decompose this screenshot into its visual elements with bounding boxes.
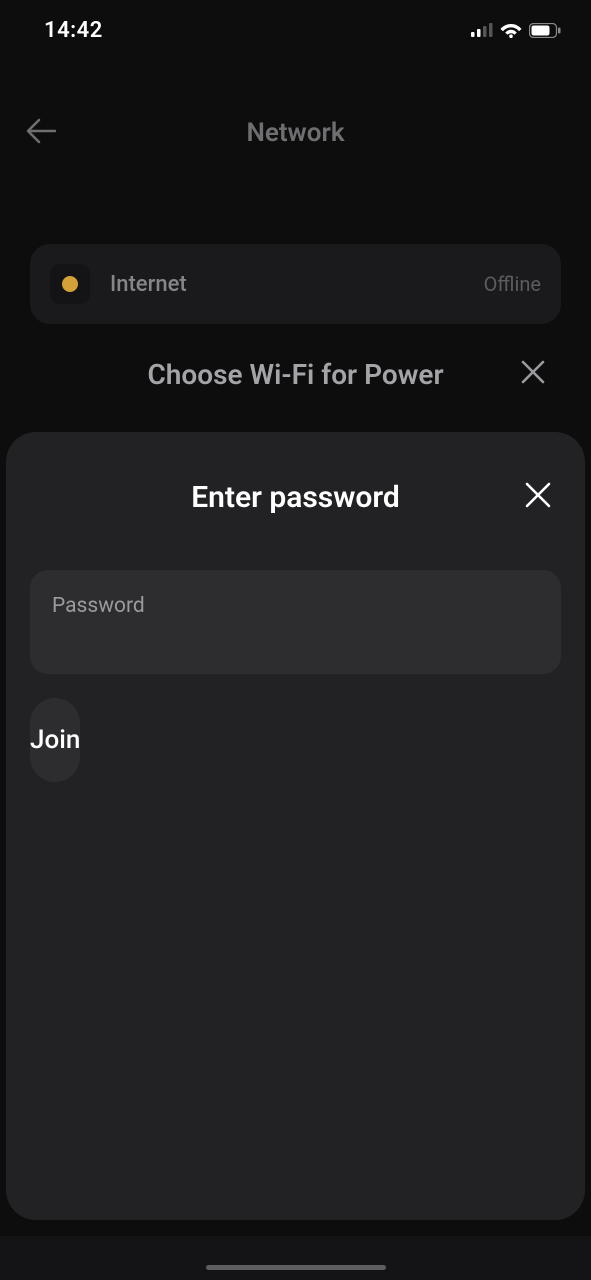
internet-label: Internet (110, 272, 484, 297)
status-bar: 14:42 (0, 0, 591, 60)
internet-status-indicator (50, 264, 90, 304)
password-label: Password (52, 594, 539, 618)
modal-header: Enter password (6, 432, 585, 562)
modal-close-button[interactable] (525, 482, 551, 512)
password-field[interactable]: Password (30, 570, 561, 674)
internet-status: Offline (484, 272, 541, 296)
status-dot-icon (62, 276, 78, 292)
battery-icon (529, 23, 561, 38)
close-icon (525, 482, 551, 508)
modal-title: Enter password (191, 480, 400, 515)
cellular-icon (471, 23, 493, 37)
status-time: 14:42 (44, 18, 103, 43)
internet-card[interactable]: Internet Offline (30, 244, 561, 324)
choose-wifi-header: Choose Wi-Fi for Power (0, 345, 591, 403)
back-button[interactable] (26, 118, 56, 148)
join-button[interactable]: Join (30, 698, 80, 782)
bottom-strip (0, 1236, 591, 1280)
choose-wifi-title: Choose Wi-Fi for Power (147, 358, 443, 391)
arrow-left-icon (26, 118, 56, 144)
close-icon (521, 360, 545, 384)
choose-close-button[interactable] (521, 360, 545, 388)
status-icons (471, 22, 561, 38)
nav-header: Network (0, 108, 591, 158)
password-modal: Enter password Password Join (6, 432, 585, 1220)
home-indicator[interactable] (206, 1265, 386, 1270)
password-input[interactable] (52, 624, 539, 649)
nav-title: Network (246, 118, 344, 148)
wifi-icon (500, 22, 522, 38)
